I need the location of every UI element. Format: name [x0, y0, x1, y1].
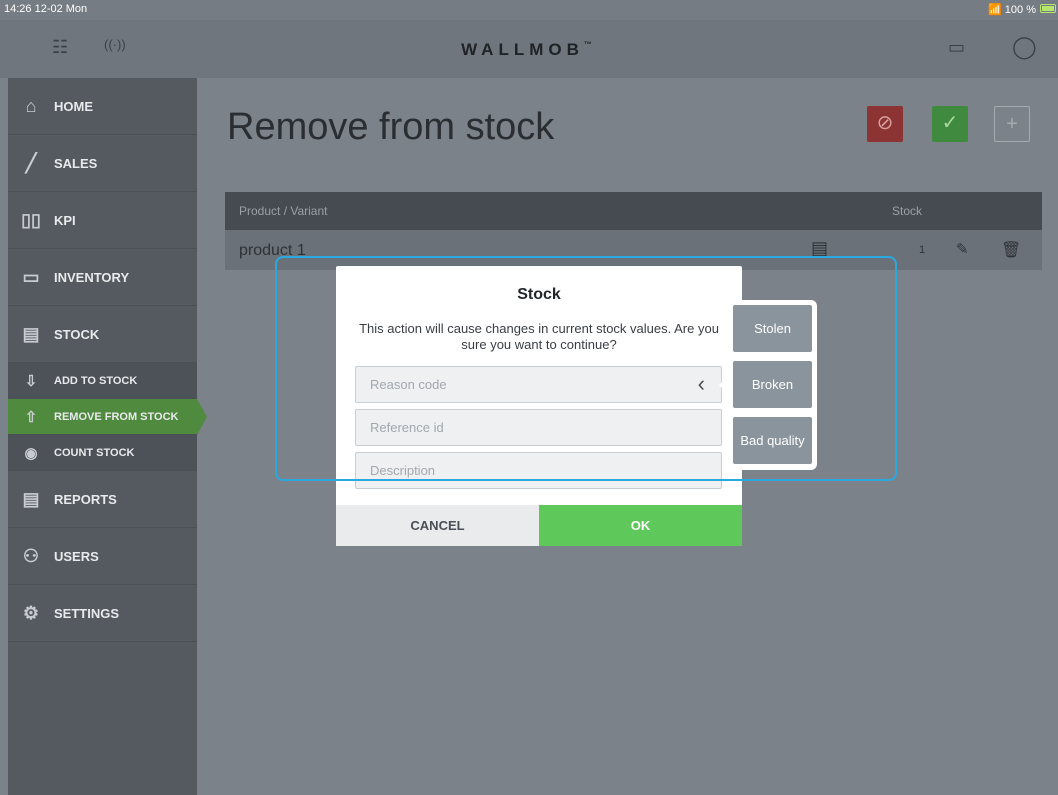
- stock-quantity: 1: [919, 244, 926, 256]
- reason-option-bad-quality[interactable]: Bad quality: [733, 417, 812, 464]
- status-bar: 14:26 12-02 Mon 📶 100 %: [0, 0, 1058, 20]
- reason-option-stolen[interactable]: Stolen: [733, 305, 812, 352]
- sidebar-item-remove-from-stock[interactable]: ⇧ REMOVE FROM STOCK: [8, 399, 207, 435]
- page-title: Remove from stock: [227, 106, 555, 148]
- home-icon: ⌂: [25, 95, 37, 116]
- sidebar-item-stock[interactable]: ▤ STOCK: [8, 306, 197, 363]
- top-bar: ☷ ((·)) WALLMOB™ ▭ ◯: [0, 20, 1058, 78]
- status-time: 14:26 12-02 Mon: [4, 3, 88, 15]
- user-icon[interactable]: ◯: [1012, 34, 1037, 60]
- reason-code-popover: Stolen Broken Bad quality: [719, 300, 817, 470]
- ok-button[interactable]: OK: [539, 505, 742, 546]
- reports-icon: ▤: [22, 488, 40, 509]
- column-stock: Stock: [892, 204, 923, 218]
- sidebar-item-reports[interactable]: ▤ REPORTS: [8, 471, 197, 528]
- inventory-box-icon: ▭: [22, 266, 40, 287]
- battery-label: 📶 100 %: [988, 4, 1036, 16]
- cash-drawer-icon[interactable]: ▭: [948, 37, 965, 58]
- reason-option-broken[interactable]: Broken: [733, 361, 812, 408]
- cancel-button[interactable]: CANCEL: [336, 505, 539, 546]
- users-icon: ⚇: [22, 545, 40, 566]
- remove-from-stock-icon: ⇧: [24, 408, 38, 426]
- dialog-footer: CANCEL OK: [336, 505, 742, 546]
- sidebar-item-kpi[interactable]: ▯▯ KPI: [8, 192, 197, 249]
- add-to-stock-icon: ⇩: [24, 372, 38, 390]
- sidebar-item-home[interactable]: ⌂ HOME: [8, 78, 197, 135]
- sidebar-item-inventory[interactable]: ▭ INVENTORY: [8, 249, 197, 306]
- sidebar-item-add-to-stock[interactable]: ⇩ ADD TO STOCK: [8, 363, 197, 399]
- kpi-bars-icon: ▯▯: [21, 209, 41, 230]
- discard-button[interactable]: ⊘: [867, 106, 903, 142]
- app-logo: WALLMOB™: [461, 40, 597, 59]
- edit-pencil-icon[interactable]: ✎: [956, 240, 969, 258]
- sidebar-item-count-stock[interactable]: ◉ COUNT STOCK: [8, 435, 197, 471]
- sales-chart-icon: ╱: [25, 152, 37, 173]
- sidebar: ⌂ HOME ╱ SALES ▯▯ KPI ▭ INVENTORY ▤ STOCK ⇩ AD…: [8, 78, 207, 795]
- table-header: Product / Variant Stock: [225, 192, 1042, 230]
- delete-trash-icon[interactable]: 🗑: [1001, 240, 1021, 260]
- sidebar-item-settings[interactable]: ⚙ SETTINGS: [8, 585, 197, 642]
- add-button[interactable]: +: [994, 106, 1030, 142]
- settings-gear-icon: ⚙: [22, 602, 40, 623]
- column-product: Product / Variant: [239, 204, 328, 218]
- sidebar-item-sales[interactable]: ╱ SALES: [8, 135, 197, 192]
- confirm-button[interactable]: ✓: [932, 106, 968, 142]
- sidebar-item-users[interactable]: ⚇ USERS: [8, 528, 197, 585]
- battery-icon: [1040, 4, 1056, 13]
- stock-box-icon: ▤: [22, 323, 40, 344]
- count-stock-icon: ◉: [24, 444, 38, 462]
